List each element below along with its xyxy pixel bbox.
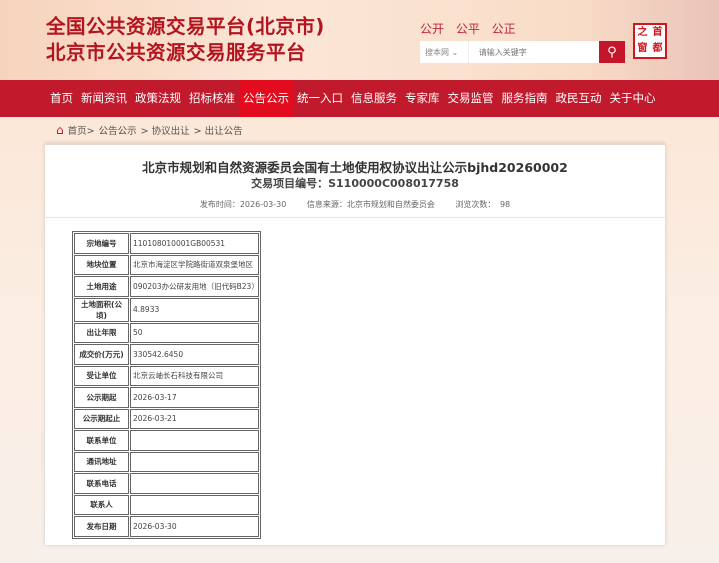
search-input[interactable] (468, 41, 599, 63)
table-row: 联系单位 (74, 430, 259, 451)
field-value: 110108010001GB00531 (130, 233, 259, 254)
field-label: 出让年限 (74, 322, 129, 343)
field-value (130, 430, 259, 451)
table-row: 地块位置 北京市海淀区学院路街道双泉堡地区 (74, 254, 259, 275)
table-row: 受让单位 北京云岫长石科技有限公司 (74, 365, 259, 386)
breadcrumb-transfer-notice[interactable]: > 出让公告 (194, 123, 243, 137)
field-value: 北京市海淀区学院路街道双泉堡地区 (130, 254, 259, 275)
breadcrumb: ⌂ 首页> 公告公示 > 协议出让 > 出让公告 (56, 123, 243, 137)
field-value: 2026-03-21 (130, 408, 259, 429)
nav-item[interactable]: 首页 (46, 80, 77, 117)
main-nav: 首页 新闻资讯 政策法规 招标核准 公告公示 统一入口 信息服务 专家库 交易监管 服务指南 政民互… (0, 80, 719, 117)
nav-item[interactable]: 服务指南 (498, 80, 552, 117)
table-row: 宗地编号 110108010001GB00531 (74, 233, 259, 254)
table-row: 联系人 (74, 494, 259, 515)
site-title-beijing: 北京市公共资源交易服务平台 (46, 41, 307, 64)
site-title-national: 全国公共资源交易平台(北京市) (46, 15, 325, 38)
table-row: 出让年限 50 (74, 322, 259, 343)
field-label: 成交价(万元) (74, 344, 129, 365)
nav-item[interactable]: 交易监管 (444, 80, 498, 117)
table-row: 土地用途 090203办公研发用地（旧代码B23） (74, 276, 259, 297)
field-label: 发布日期 (74, 516, 129, 537)
field-label: 土地面积(公顷) (74, 297, 129, 322)
nav-item[interactable]: 招标核准 (185, 80, 239, 117)
field-value (130, 473, 259, 494)
article-meta: 发布时间：2026-03-30 信息来源：北京市规划和自然委员会 浏览次数： 9… (45, 199, 665, 210)
article-panel: 北京市规划和自然资源委员会国有土地使用权协议出让公示bjhd20260002 交… (45, 143, 665, 545)
breadcrumb-announcements[interactable]: 公告公示 (99, 123, 137, 137)
table-row: 发布日期 2026-03-30 (74, 516, 259, 537)
search-scope-select[interactable]: 搜本网 ⌄ (420, 41, 469, 63)
field-value: 2026-03-30 (130, 516, 259, 537)
search-bar: 搜本网 ⌄ ⚲ (420, 41, 625, 63)
capital-window-logo[interactable]: 之首窗都 (633, 23, 667, 59)
nav-item[interactable]: 公告公示 (239, 80, 293, 117)
project-number: 交易项目编号：S110000C008017758 (251, 177, 459, 190)
search-button[interactable]: ⚲ (598, 41, 625, 63)
slogan: 公开 公平 公正 (420, 22, 516, 36)
header: 全国公共资源交易平台(北京市) 北京市公共资源交易服务平台 公开 公平 公正 搜… (0, 0, 719, 82)
table-row: 土地面积(公顷) 4.8933 (74, 297, 259, 322)
article-title: 北京市规划和自然资源委员会国有土地使用权协议出让公示bjhd20260002 (142, 160, 568, 175)
field-label: 宗地编号 (74, 233, 129, 254)
nav-item[interactable]: 信息服务 (347, 80, 401, 117)
search-icon: ⚲ (607, 44, 617, 60)
nav-item[interactable]: 政民互动 (552, 80, 606, 117)
home-icon[interactable]: ⌂ (56, 123, 64, 137)
field-value: 50 (130, 322, 259, 343)
field-label: 土地用途 (74, 276, 129, 297)
field-label: 联系单位 (74, 430, 129, 451)
divider (45, 217, 665, 218)
table-row: 成交价(万元) 330542.6450 (74, 344, 259, 365)
table-row: 联系电话 (74, 473, 259, 494)
land-info-table: 宗地编号 110108010001GB00531 地块位置 北京市海淀区学院路街道双泉… (72, 231, 261, 539)
field-label: 地块位置 (74, 254, 129, 275)
breadcrumb-home[interactable]: 首页> (68, 123, 95, 137)
field-value: 北京云岫长石科技有限公司 (130, 365, 259, 386)
field-value (130, 451, 259, 472)
nav-item[interactable]: 新闻资讯 (77, 80, 131, 117)
breadcrumb-agreement-transfer[interactable]: > 协议出让 (141, 123, 190, 137)
nav-item[interactable]: 统一入口 (293, 80, 347, 117)
field-label: 受让单位 (74, 365, 129, 386)
field-label: 联系人 (74, 494, 129, 515)
field-label: 联系电话 (74, 473, 129, 494)
field-value (130, 494, 259, 515)
field-label: 公示期起止 (74, 408, 129, 429)
table-row: 公示期起止 2026-03-21 (74, 408, 259, 429)
nav-item[interactable]: 关于中心 (606, 80, 660, 117)
nav-item[interactable]: 政策法规 (131, 80, 185, 117)
field-value: 4.8933 (130, 297, 259, 322)
field-value: 2026-03-17 (130, 387, 259, 408)
field-label: 公示期起 (74, 387, 129, 408)
nav-item[interactable]: 专家库 (401, 80, 444, 117)
field-value: 090203办公研发用地（旧代码B23） (130, 276, 259, 297)
search-scope-label: 搜本网 (425, 48, 449, 57)
view-count: 浏览次数： 98 (455, 200, 511, 209)
info-source: 信息来源：北京市规划和自然委员会 (306, 200, 435, 209)
field-value: 330542.6450 (130, 344, 259, 365)
publish-time: 发布时间：2026-03-30 (199, 200, 287, 209)
table-row: 通讯地址 (74, 451, 259, 472)
field-label: 通讯地址 (74, 451, 129, 472)
table-row: 公示期起 2026-03-17 (74, 387, 259, 408)
